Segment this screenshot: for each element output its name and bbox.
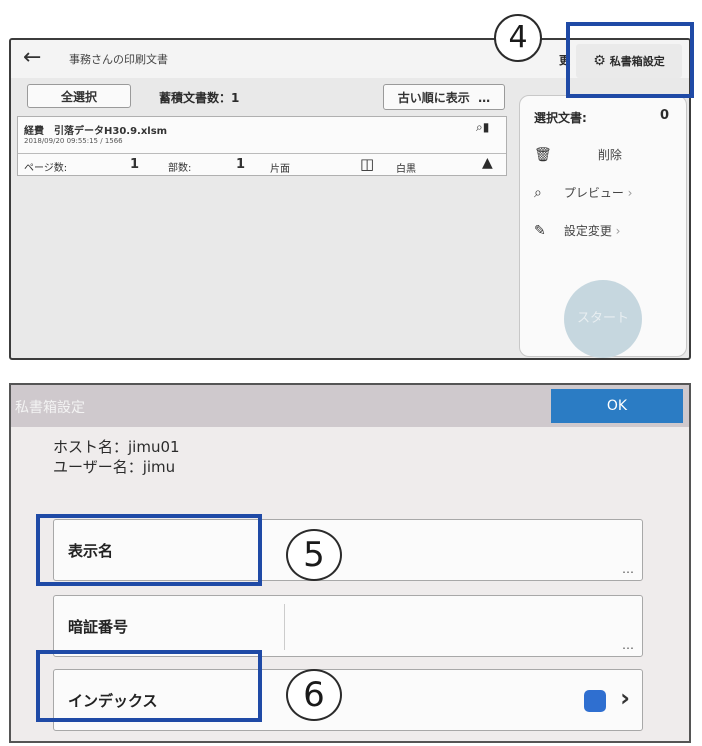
document-datetime: 2018/09/20 09:55:15 / 1566 <box>24 137 123 145</box>
stored-count-label: 蓄積文書数：1 <box>159 91 240 105</box>
highlight-frame-6 <box>36 650 262 722</box>
private-box-settings-label: 私書箱設定 <box>609 55 665 68</box>
password-field[interactable]: 暗証番号 … <box>53 595 643 657</box>
callout-number-5: 5 <box>286 529 342 581</box>
chevron-right-icon: › <box>615 224 621 238</box>
color-icon: ▲ <box>482 155 493 171</box>
back-arrow-icon[interactable]: ← <box>23 45 41 70</box>
more-icon: … <box>622 562 634 576</box>
screen-title: 事務さんの印刷文書 <box>69 53 168 66</box>
host-name-text: ホスト名：jimu01 <box>53 438 180 456</box>
select-all-button[interactable]: 全選択 <box>27 84 131 108</box>
field-divider <box>284 604 285 650</box>
dialog-header: 私書箱設定 OK <box>11 385 689 427</box>
preview-small-icon: ⌕▮ <box>476 120 490 134</box>
document-card[interactable]: 経費 引落データH30.9.xlsm 2018/09/20 09:55:15 /… <box>17 116 507 176</box>
callout-number-6: 6 <box>286 669 342 721</box>
callout-number-4: 4 <box>494 14 542 62</box>
pages-label: ページ数: <box>24 163 68 174</box>
color-label: 白黒 <box>396 164 416 175</box>
private-box-settings-button[interactable]: ⚙ 私書箱設定 <box>576 44 682 78</box>
sort-oldest-button[interactable]: 古い順に表示 … <box>383 84 505 110</box>
start-button[interactable]: スタート <box>564 280 642 358</box>
password-label: 暗証番号 <box>68 617 129 636</box>
sort-button-label: 古い順に表示 <box>397 91 470 105</box>
chevron-right-icon: › <box>627 186 633 200</box>
pages-value: 1 <box>130 157 140 172</box>
divider <box>18 153 506 154</box>
gear-icon: ⚙ <box>593 53 606 69</box>
preview-label: プレビュー <box>563 186 624 200</box>
more-icon: … <box>622 638 634 652</box>
copies-value: 1 <box>236 157 246 172</box>
chevron-right-icon: › <box>620 684 630 712</box>
more-icon: … <box>474 91 491 105</box>
selected-docs-label: 選択文書: <box>534 111 587 125</box>
selected-docs-value: 0 <box>660 108 670 123</box>
duplex-label: 片面 <box>270 164 290 175</box>
index-color-swatch <box>584 690 606 712</box>
duplex-icon: ◫ <box>360 155 375 173</box>
ok-button[interactable]: OK <box>551 389 683 423</box>
document-name: 経費 引落データH30.9.xlsm <box>24 126 168 137</box>
trash-icon: 🗑 <box>534 147 552 163</box>
dialog-title: 私書箱設定 <box>15 400 85 416</box>
preview-menu-item[interactable]: ⌕ プレビュー › <box>534 184 684 201</box>
delete-menu-item[interactable]: 🗑 削除 <box>534 146 684 163</box>
preview-icon: ⌕ <box>534 185 542 201</box>
copies-label: 部数: <box>168 163 192 174</box>
delete-label: 削除 <box>597 148 622 162</box>
side-panel: 選択文書: 0 🗑 削除 ⌕ プレビュー › ✎ 設定変更 › スタート <box>519 95 687 358</box>
highlight-frame-5 <box>36 514 262 586</box>
host-info: ホスト名：jimu01 ユーザー名：jimu <box>53 437 180 477</box>
user-name-text: ユーザー名：jimu <box>53 458 176 476</box>
edit-icon: ✎ <box>534 223 546 239</box>
settings-change-menu-item[interactable]: ✎ 設定変更 › <box>534 222 684 239</box>
settings-change-label: 設定変更 <box>563 224 612 238</box>
